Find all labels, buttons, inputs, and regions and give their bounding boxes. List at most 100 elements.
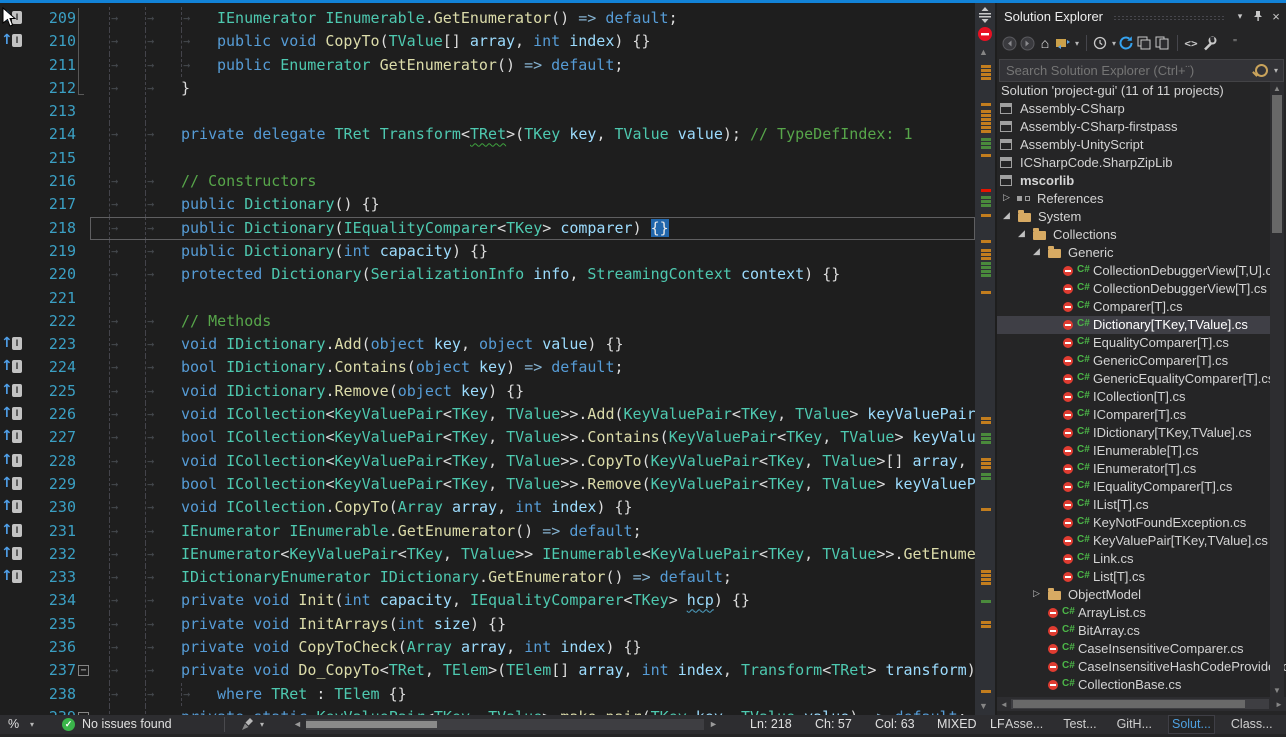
nav-forward-button[interactable] (1019, 35, 1035, 51)
code-line[interactable]: 214→→private delegate TRet Transform<TRe… (0, 123, 975, 146)
scroll-down-icon[interactable]: ▼ (979, 701, 988, 711)
tree-item[interactable]: C#IComparer[T].cs (997, 406, 1271, 424)
override-indicator-icon[interactable]: ↑I (0, 473, 26, 496)
override-indicator-icon[interactable]: ↑I (0, 450, 26, 473)
solution-explorer-titlebar[interactable]: Solution Explorer ▾ × (997, 3, 1286, 29)
code-line[interactable]: 234→→private void Init(int capacity, IEq… (0, 589, 975, 612)
collapsed-chevron-icon[interactable]: ▷ (1033, 588, 1040, 599)
cursor-line-indicator[interactable]: Ln: 218 (750, 715, 792, 734)
home-icon[interactable]: ⌂ (1037, 35, 1053, 51)
code-line[interactable]: ↑I228→→void ICollection<KeyValuePair<TKe… (0, 450, 975, 473)
panel-tab[interactable]: Asse... (1002, 716, 1046, 733)
fold-margin[interactable]: − (76, 659, 90, 682)
expanded-chevron-icon[interactable]: ◢ (1033, 246, 1040, 257)
expanded-chevron-icon[interactable]: ◢ (1003, 210, 1010, 221)
tree-item[interactable]: C#CaseInsensitiveComparer.cs (997, 640, 1271, 658)
view-code-button[interactable]: <> (1183, 35, 1199, 51)
code-line[interactable]: ↑I223→→void IDictionary.Add(object key, … (0, 333, 975, 356)
code-line[interactable]: 220→→protected Dictionary(SerializationI… (0, 263, 975, 286)
code-line[interactable]: ↑I233→→IDictionaryEnumerator IDictionary… (0, 566, 975, 589)
show-all-files-button[interactable] (1154, 35, 1170, 51)
override-indicator-icon[interactable]: ↑I (0, 566, 26, 589)
hscroll-left-icon[interactable]: ◄ (293, 715, 302, 734)
zoom-chevron-icon[interactable]: ▾ (30, 715, 34, 734)
code-line[interactable]: ↑I230→→void ICollection.CopyTo(Array arr… (0, 496, 975, 519)
override-indicator-icon[interactable]: ↑I (0, 403, 26, 426)
hscroll-right-icon[interactable]: ► (709, 715, 718, 734)
tree-item[interactable]: ICSharpCode.SharpZipLib (997, 154, 1271, 172)
tree-item[interactable]: Assembly-CSharp-firstpass (997, 118, 1271, 136)
scrollbar-thumb[interactable] (1013, 700, 1245, 708)
code-line[interactable]: 235→→private void InitArrays(int size) {… (0, 613, 975, 636)
tree-item[interactable]: Solution 'project-gui' (11 of 11 project… (997, 82, 1271, 100)
tree-item[interactable]: C#GenericComparer[T].cs (997, 352, 1271, 370)
close-icon[interactable]: × (1268, 8, 1284, 24)
horizontal-scrollbar[interactable]: ◄ ► (997, 697, 1286, 711)
code-line[interactable]: 221 (0, 287, 975, 310)
search-box[interactable]: ▾ (999, 59, 1284, 82)
code-editor[interactable]: ↑I209→→→IEnumerator IEnumerable.GetEnume… (0, 3, 975, 715)
override-indicator-icon[interactable]: ↑I (0, 543, 26, 566)
code-line[interactable]: 218→→public Dictionary(IEqualityComparer… (0, 217, 975, 240)
tree-item[interactable]: C#Link.cs (997, 550, 1271, 568)
scrollbar-thumb[interactable] (1272, 95, 1282, 233)
panel-tab[interactable]: Test... (1060, 716, 1099, 733)
issues-status-text[interactable]: No issues found (82, 715, 172, 734)
refresh-button[interactable] (1118, 35, 1134, 51)
code-line[interactable]: 238→→→where TRet : TElem {} (0, 683, 975, 706)
code-line[interactable]: ↑I232→→IEnumerator<KeyValuePair<TKey, TV… (0, 543, 975, 566)
tree-item[interactable]: C#IDictionary[TKey,TValue].cs (997, 424, 1271, 442)
editor-scrollbar-map[interactable]: ▲ ▼ (975, 3, 995, 715)
override-indicator-icon[interactable]: ↑I (0, 426, 26, 449)
tree-item[interactable]: C#ArrayList.cs (997, 604, 1271, 622)
expanded-chevron-icon[interactable]: ◢ (1018, 228, 1025, 239)
scroll-up-icon[interactable]: ▲ (1273, 84, 1281, 93)
code-line[interactable]: 217→→public Dictionary() {} (0, 193, 975, 216)
tree-item[interactable]: C#IEqualityComparer[T].cs (997, 478, 1271, 496)
encoding-indicator[interactable]: MIXED (937, 715, 977, 734)
code-line[interactable]: ↑I229→→bool ICollection<KeyValuePair<TKe… (0, 473, 975, 496)
search-icon[interactable] (1255, 64, 1268, 77)
editor-hscroll-thumb[interactable] (306, 721, 437, 728)
tree-item[interactable]: C#IList[T].cs (997, 496, 1271, 514)
code-line[interactable]: 215 (0, 147, 975, 170)
code-line[interactable]: ↑I210→→→public void CopyTo(TValue[] arra… (0, 30, 975, 53)
window-position-chevron-icon[interactable]: ▾ (1232, 8, 1248, 24)
collapse-all-button[interactable] (1136, 35, 1152, 51)
tree-item[interactable]: C#CollectionDebuggerView[T].cs (997, 280, 1271, 298)
override-indicator-icon[interactable]: ↑I (0, 496, 26, 519)
panel-tab[interactable]: GitH... (1114, 716, 1155, 733)
panel-tab[interactable]: Solut... (1169, 716, 1214, 733)
override-indicator-icon[interactable]: ↑I (0, 520, 26, 543)
properties-wrench-icon[interactable] (1201, 35, 1217, 51)
panel-tab[interactable]: Class... (1228, 716, 1276, 733)
nav-back-button[interactable] (1001, 35, 1017, 51)
code-line[interactable]: 237−→→private void Do_CopyTo<TRet, TElem… (0, 659, 975, 682)
vertical-scrollbar[interactable]: ▲ ▼ (1270, 82, 1284, 698)
tree-item[interactable]: C#IEnumerable[T].cs (997, 442, 1271, 460)
override-indicator-icon[interactable]: ↑I (0, 356, 26, 379)
search-options-chevron-icon[interactable]: ▾ (1274, 66, 1278, 75)
tree-item[interactable]: ◢Generic (997, 244, 1271, 262)
code-line[interactable]: 213 (0, 100, 975, 123)
pin-icon[interactable] (1250, 8, 1266, 24)
code-line[interactable]: 216→→// Constructors (0, 170, 975, 193)
scroll-up-icon[interactable]: ▲ (979, 47, 988, 57)
code-line[interactable]: 212→→} (0, 77, 975, 100)
switch-views-button[interactable] (1055, 35, 1071, 51)
cursor-char-indicator[interactable]: Ch: 57 (815, 715, 852, 734)
tree-item[interactable]: ▷References (997, 190, 1271, 208)
code-line[interactable]: ↑I231→→IEnumerator IEnumerable.GetEnumer… (0, 520, 975, 543)
filter-chevron-icon[interactable]: ▾ (1112, 39, 1116, 48)
code-line[interactable]: ↑I225→→void IDictionary.Remove(object ke… (0, 380, 975, 403)
tree-item[interactable]: C#IEnumerator[T].cs (997, 460, 1271, 478)
tree-item[interactable]: Assembly-UnityScript (997, 136, 1271, 154)
fold-margin[interactable]: − (76, 706, 90, 715)
search-input[interactable] (1000, 63, 1255, 78)
code-line[interactable]: ↑I209→→→IEnumerator IEnumerable.GetEnume… (0, 7, 975, 30)
code-line[interactable]: 236→→private void CopyToCheck(Array arra… (0, 636, 975, 659)
code-line[interactable]: ↑I227→→bool ICollection<KeyValuePair<TKe… (0, 426, 975, 449)
tree-item[interactable]: C#CollectionBase.cs (997, 676, 1271, 694)
override-indicator-icon[interactable]: ↑I (0, 333, 26, 356)
override-indicator-icon[interactable]: ↑I (0, 380, 26, 403)
